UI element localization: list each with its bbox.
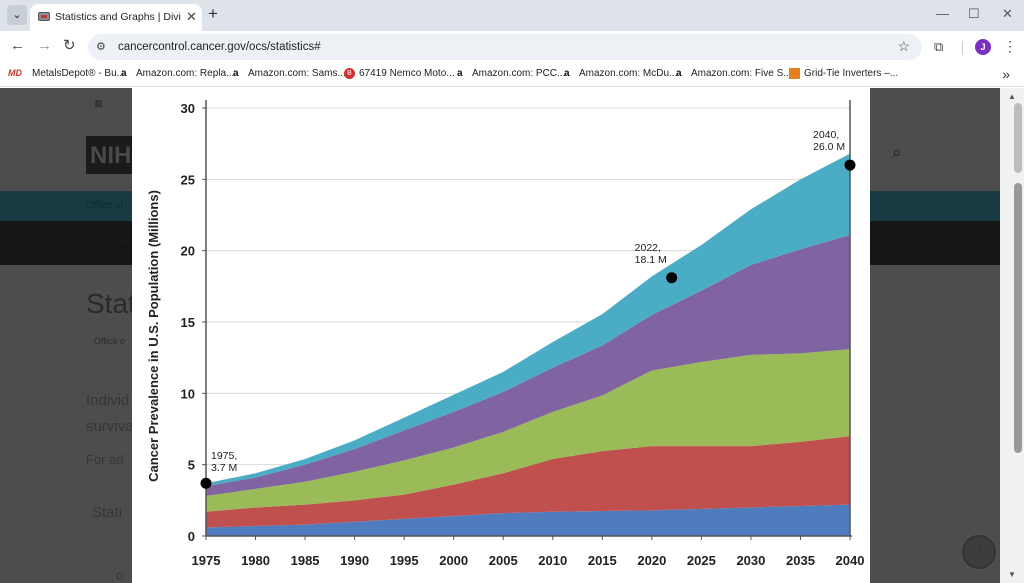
- back-arrow-icon[interactable]: ←: [10, 38, 25, 53]
- browser-menu-icon[interactable]: ⋮: [1003, 38, 1017, 55]
- annotation-year: 1975,: [211, 450, 237, 462]
- y-tick-label: 25: [181, 172, 195, 187]
- bookmark-label: 67419 Nemco Moto...: [359, 68, 455, 80]
- y-tick-label: 20: [181, 244, 195, 259]
- x-tick-label: 2010: [538, 553, 567, 568]
- bookmark-label: Amazon.com: PCC...: [472, 68, 566, 79]
- amazon-icon: a: [457, 68, 463, 79]
- page-fragment: CI: [116, 572, 124, 581]
- tab-favicon-icon: [38, 12, 50, 21]
- back-to-top-button[interactable]: ↑: [962, 535, 996, 569]
- annotation-point: [844, 159, 856, 171]
- prevalence-chart: 0510152025301975 1980 1985 1990 1995 2000 2005…: [146, 100, 865, 568]
- tab-search-button[interactable]: ⌄: [7, 5, 27, 25]
- scrollbar-track-segment: [1014, 103, 1022, 173]
- x-tick-label: 1975: [192, 553, 221, 568]
- x-tick-label: 2000: [439, 553, 468, 568]
- bookmark-label: Amazon.com: McDu...: [579, 68, 678, 79]
- annotation-point: [200, 477, 212, 489]
- grid-tie-icon: [789, 68, 800, 79]
- x-tick-label: 2030: [736, 553, 765, 568]
- address-bar[interactable]: ⚙ cancercontrol.cancer.gov/ocs/statistic…: [88, 34, 922, 60]
- tab-title: Statistics and Graphs | Division: [55, 11, 181, 23]
- page-scrollbar[interactable]: ▲ ▼: [1000, 88, 1024, 583]
- section-heading: Stati: [92, 504, 123, 521]
- nemco-icon: B: [344, 68, 355, 79]
- scroll-up-arrow-icon[interactable]: ▲: [1008, 92, 1016, 101]
- x-tick-label: 1995: [390, 553, 419, 568]
- annotation-value: 3.7 M: [211, 462, 237, 474]
- active-tab[interactable]: Statistics and Graphs | Division ✕: [30, 4, 202, 31]
- annotation-point: [666, 272, 678, 284]
- x-tick-label: 2040: [836, 553, 865, 568]
- gov-banner-flag-icon: ▦: [94, 98, 103, 108]
- bookmark-item[interactable]: MD MetalsDepot® - Bu...: [8, 68, 125, 79]
- bookmark-item[interactable]: Grid-Tie Inverters –...: [789, 68, 898, 79]
- site-info-icon[interactable]: ⚙: [96, 40, 106, 53]
- x-tick-label: 2015: [588, 553, 617, 568]
- x-tick-label: 2020: [637, 553, 666, 568]
- x-tick-label: 2005: [489, 553, 518, 568]
- toolbar-divider: [962, 41, 963, 55]
- bookmark-item[interactable]: a Amazon.com: PCC...: [457, 68, 565, 79]
- search-icon[interactable]: ⌕: [892, 143, 902, 163]
- annotation-value: 18.1 M: [635, 254, 667, 266]
- extensions-icon[interactable]: ⧉: [934, 39, 943, 55]
- forward-arrow-icon[interactable]: →: [37, 38, 52, 53]
- amazon-icon: a: [233, 68, 239, 79]
- bookmark-label: MetalsDepot® - Bu...: [32, 68, 125, 79]
- bookmark-item[interactable]: a Amazon.com: Repla...: [121, 68, 234, 79]
- nav-item[interactable]: OCS H: [96, 237, 128, 248]
- banner-text: Office of: [86, 200, 124, 211]
- page-title: Stat: [86, 288, 136, 319]
- close-window-button[interactable]: ✕: [1002, 7, 1013, 20]
- x-tick-label: 2035: [786, 553, 815, 568]
- breadcrumb[interactable]: Office o: [94, 336, 125, 346]
- bookmark-label: Grid-Tie Inverters –...: [804, 68, 899, 80]
- chart-modal: 0 5 10 15 20 25 30 1975 1980 1985 1990 1995 2000 2005…: [132, 88, 870, 583]
- annotation-year: 2022,: [635, 242, 661, 254]
- bookmark-label: Amazon.com: Repla...: [136, 68, 235, 79]
- annotation-year: 2040,: [813, 129, 839, 141]
- more-bookmarks-icon[interactable]: »: [1002, 66, 1010, 82]
- scroll-down-arrow-icon[interactable]: ▼: [1008, 570, 1016, 579]
- annotation-value: 26.0 M: [813, 141, 845, 153]
- bookmark-label: Amazon.com: Sams...: [248, 68, 346, 79]
- profile-avatar[interactable]: J: [975, 39, 991, 55]
- minimize-button[interactable]: —: [936, 7, 949, 20]
- y-tick-label: 5: [188, 458, 195, 473]
- bookmark-label: Amazon.com: Five S...: [691, 68, 792, 79]
- tab-strip: ⌄ Statistics and Graphs | Division ✕ + —…: [0, 0, 1024, 31]
- tab-close-icon[interactable]: ✕: [186, 10, 197, 23]
- maximize-button[interactable]: ☐: [968, 7, 980, 20]
- bookmark-item[interactable]: a Amazon.com: McDu...: [564, 68, 677, 79]
- metalsdepot-icon: MD: [8, 68, 22, 78]
- reload-icon[interactable]: ↻: [63, 38, 76, 53]
- y-tick-label: 0: [188, 529, 195, 544]
- amazon-icon: a: [564, 68, 570, 79]
- scrollbar-thumb[interactable]: [1014, 183, 1022, 453]
- y-tick-label: 30: [181, 101, 195, 116]
- bookmark-star-icon[interactable]: ☆: [897, 38, 910, 55]
- bookmark-item[interactable]: B 67419 Nemco Moto...: [344, 68, 455, 79]
- y-tick-label: 15: [181, 315, 195, 330]
- y-axis-label: Cancer Prevalence in U.S. Population (Mi…: [146, 190, 161, 482]
- bookmark-item[interactable]: a Amazon.com: Sams...: [233, 68, 346, 79]
- intro-text: For ad: [86, 452, 124, 467]
- new-tab-button[interactable]: +: [208, 5, 218, 22]
- y-tick-label: 10: [181, 386, 195, 401]
- x-tick-label: 2025: [687, 553, 716, 568]
- amazon-icon: a: [676, 68, 682, 79]
- amazon-icon: a: [121, 68, 127, 79]
- chart-areas: [206, 153, 850, 536]
- x-tick-label: 1980: [241, 553, 270, 568]
- intro-text: Individ: [86, 392, 130, 409]
- x-tick-label: 1985: [291, 553, 320, 568]
- bookmark-item[interactable]: a Amazon.com: Five S...: [676, 68, 792, 79]
- bookmarks-bar: MD MetalsDepot® - Bu... a Amazon.com: Repl…: [0, 63, 1024, 87]
- url-text[interactable]: cancercontrol.cancer.gov/ocs/statistics#: [118, 41, 321, 53]
- navigation-bar: ← → ↻ ⚙ cancercontrol.cancer.gov/ocs/sta…: [0, 31, 1024, 63]
- intro-text: surviva: [86, 418, 134, 435]
- x-tick-label: 1990: [340, 553, 369, 568]
